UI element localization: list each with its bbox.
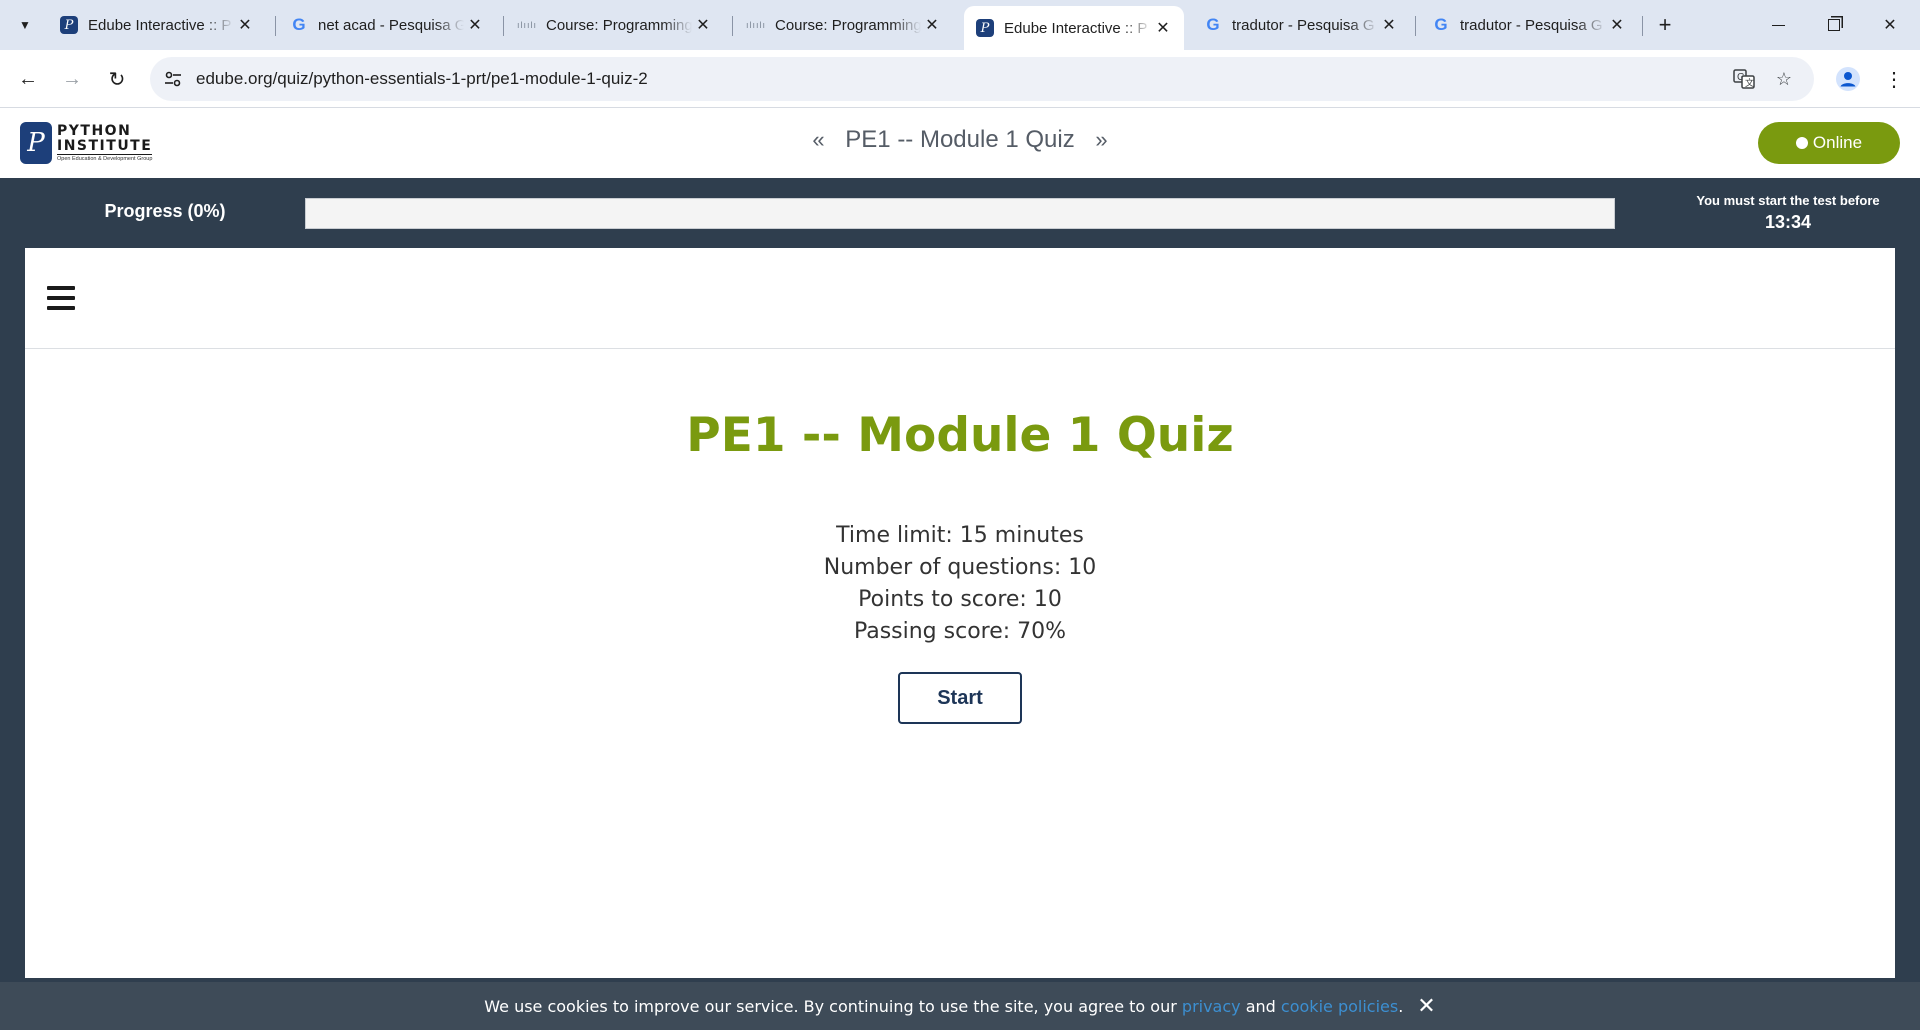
cookie-policies-link[interactable]: cookie policies xyxy=(1281,997,1398,1016)
cookie-and: and xyxy=(1245,996,1276,1016)
progress-bar xyxy=(305,198,1615,229)
progress-label: Progress (0%) xyxy=(104,201,226,221)
back-button[interactable]: ← xyxy=(12,63,44,95)
close-icon[interactable]: ✕ xyxy=(692,14,714,36)
address-bar[interactable]: edube.org/quiz/python-essentials-1-prt/p… xyxy=(150,57,1814,101)
online-label: Online xyxy=(1812,133,1863,152)
cookie-banner: We use cookies to improve our service. B… xyxy=(0,982,1920,1030)
close-icon: ✕ xyxy=(1883,17,1897,34)
tab-divider xyxy=(275,16,276,36)
question-count-text: Number of questions: 10 xyxy=(823,555,1097,580)
tab-title: Edube Interactive :: P xyxy=(88,16,232,34)
tab-strip: ▼ P Edube Interactive :: P ✕ G net acad … xyxy=(0,0,1920,50)
browser-menu-button[interactable]: ⋮ xyxy=(1880,63,1908,95)
quiz-navigation: « PE1 -- Module 1 Quiz » xyxy=(0,126,1920,154)
start-deadline: You must start the test before 13:34 xyxy=(1680,193,1896,233)
online-status-button[interactable]: Online xyxy=(1758,122,1900,164)
minimize-button[interactable] xyxy=(1750,0,1806,50)
browser-tab[interactable]: ılıılı Course: Programming ✕ xyxy=(735,8,953,42)
start-button[interactable]: Start xyxy=(898,672,1022,724)
svg-text:文: 文 xyxy=(1745,77,1754,89)
panel-header xyxy=(25,248,1895,349)
bookmark-button[interactable]: ☆ xyxy=(1772,67,1796,91)
close-icon[interactable]: ✕ xyxy=(1417,994,1435,1019)
tab-divider xyxy=(1415,16,1416,36)
new-tab-button[interactable]: + xyxy=(1650,10,1680,40)
more-vertical-icon: ⋮ xyxy=(1884,68,1904,91)
cisco-icon: ılıılı xyxy=(746,20,767,30)
google-icon: G xyxy=(292,15,306,34)
profile-button[interactable] xyxy=(1832,63,1864,95)
tune-icon xyxy=(165,71,181,87)
close-icon[interactable]: ✕ xyxy=(1378,14,1400,36)
translate-button[interactable]: G 文 xyxy=(1732,67,1756,91)
reload-icon: ↻ xyxy=(108,68,126,91)
browser-tab[interactable]: P Edube Interactive :: P ✕ xyxy=(48,8,266,42)
google-icon: G xyxy=(1206,15,1220,34)
site-header: P PYTHON INSTITUTE Open Education & Deve… xyxy=(0,108,1920,178)
browser-tab[interactable]: G tradutor - Pesquisa G ✕ xyxy=(1192,8,1410,42)
deadline-time: 13:34 xyxy=(1764,212,1812,232)
tab-title: tradutor - Pesquisa G xyxy=(1232,16,1375,34)
status-dot-icon xyxy=(1795,137,1808,149)
passing-score-text: Passing score: 70% xyxy=(853,619,1067,644)
url-text[interactable]: edube.org/quiz/python-essentials-1-prt/p… xyxy=(196,69,648,89)
browser-tab[interactable]: G net acad - Pesquisa G ✕ xyxy=(278,8,496,42)
tab-title: Course: Programming xyxy=(775,16,921,34)
hamburger-menu-icon[interactable] xyxy=(47,286,75,310)
close-icon[interactable]: ✕ xyxy=(234,14,256,36)
browser-tab[interactable]: ılıılı Course: Programming ✕ xyxy=(506,8,724,42)
tab-divider xyxy=(1642,16,1643,36)
google-icon: G xyxy=(1434,15,1448,34)
tab-title: net acad - Pesquisa G xyxy=(318,16,464,34)
close-icon[interactable]: ✕ xyxy=(1606,14,1628,36)
reload-button[interactable]: ↻ xyxy=(101,63,133,95)
tab-title: Course: Programming xyxy=(546,16,692,34)
logo-line-3: Open Education & Development Group xyxy=(57,155,153,162)
star-icon: ☆ xyxy=(1775,68,1793,89)
time-limit-text: Time limit: 15 minutes xyxy=(836,523,1084,548)
translate-icon: G 文 xyxy=(1733,69,1755,89)
close-icon[interactable]: ✕ xyxy=(464,14,486,36)
privacy-link[interactable]: privacy xyxy=(1182,997,1241,1016)
quiz-info: Time limit: 15 minutes Number of questio… xyxy=(25,520,1895,648)
browser-tab-active[interactable]: P Edube Interactive :: P ✕ xyxy=(964,6,1184,50)
cisco-icon: ılıılı xyxy=(517,20,538,30)
browser-tab[interactable]: G tradutor - Pesquisa G ✕ xyxy=(1420,8,1638,42)
close-icon[interactable]: ✕ xyxy=(1152,17,1174,39)
deadline-label: You must start the test before xyxy=(1696,193,1880,208)
points-text: Points to score: 10 xyxy=(858,587,1062,612)
restore-button[interactable] xyxy=(1806,0,1862,50)
restore-icon xyxy=(1828,19,1840,31)
minimize-icon xyxy=(1771,24,1785,26)
site-settings-icon[interactable] xyxy=(162,68,184,90)
python-institute-icon: P xyxy=(976,19,994,37)
quiz-title: PE1 -- Module 1 Quiz xyxy=(686,408,1234,463)
tab-search-button[interactable]: ▼ xyxy=(10,10,40,40)
tab-title: Edube Interactive :: P xyxy=(1004,19,1148,37)
plus-icon: + xyxy=(1658,12,1672,37)
tab-divider xyxy=(732,16,733,36)
chevron-down-icon: ▼ xyxy=(19,18,31,32)
browser-toolbar: ← → ↻ edube.org/quiz/python-essentials-1… xyxy=(0,50,1920,108)
forward-button[interactable]: → xyxy=(56,63,88,95)
next-quiz-button[interactable]: » xyxy=(1081,127,1121,153)
previous-quiz-button[interactable]: « xyxy=(798,127,838,153)
arrow-right-icon: → xyxy=(62,67,82,90)
avatar-icon xyxy=(1836,67,1860,91)
cookie-period: . xyxy=(1398,996,1404,1016)
window-close-button[interactable]: ✕ xyxy=(1862,0,1918,50)
tab-title: tradutor - Pesquisa G xyxy=(1460,16,1603,34)
arrow-left-icon: ← xyxy=(18,67,38,90)
quiz-panel: PE1 -- Module 1 Quiz Time limit: 15 minu… xyxy=(25,248,1895,978)
quiz-nav-title: PE1 -- Module 1 Quiz xyxy=(845,126,1075,153)
close-icon[interactable]: ✕ xyxy=(921,14,943,36)
tab-divider xyxy=(503,16,504,36)
cookie-text: We use cookies to improve our service. B… xyxy=(484,996,1177,1016)
python-institute-icon: P xyxy=(60,16,78,34)
